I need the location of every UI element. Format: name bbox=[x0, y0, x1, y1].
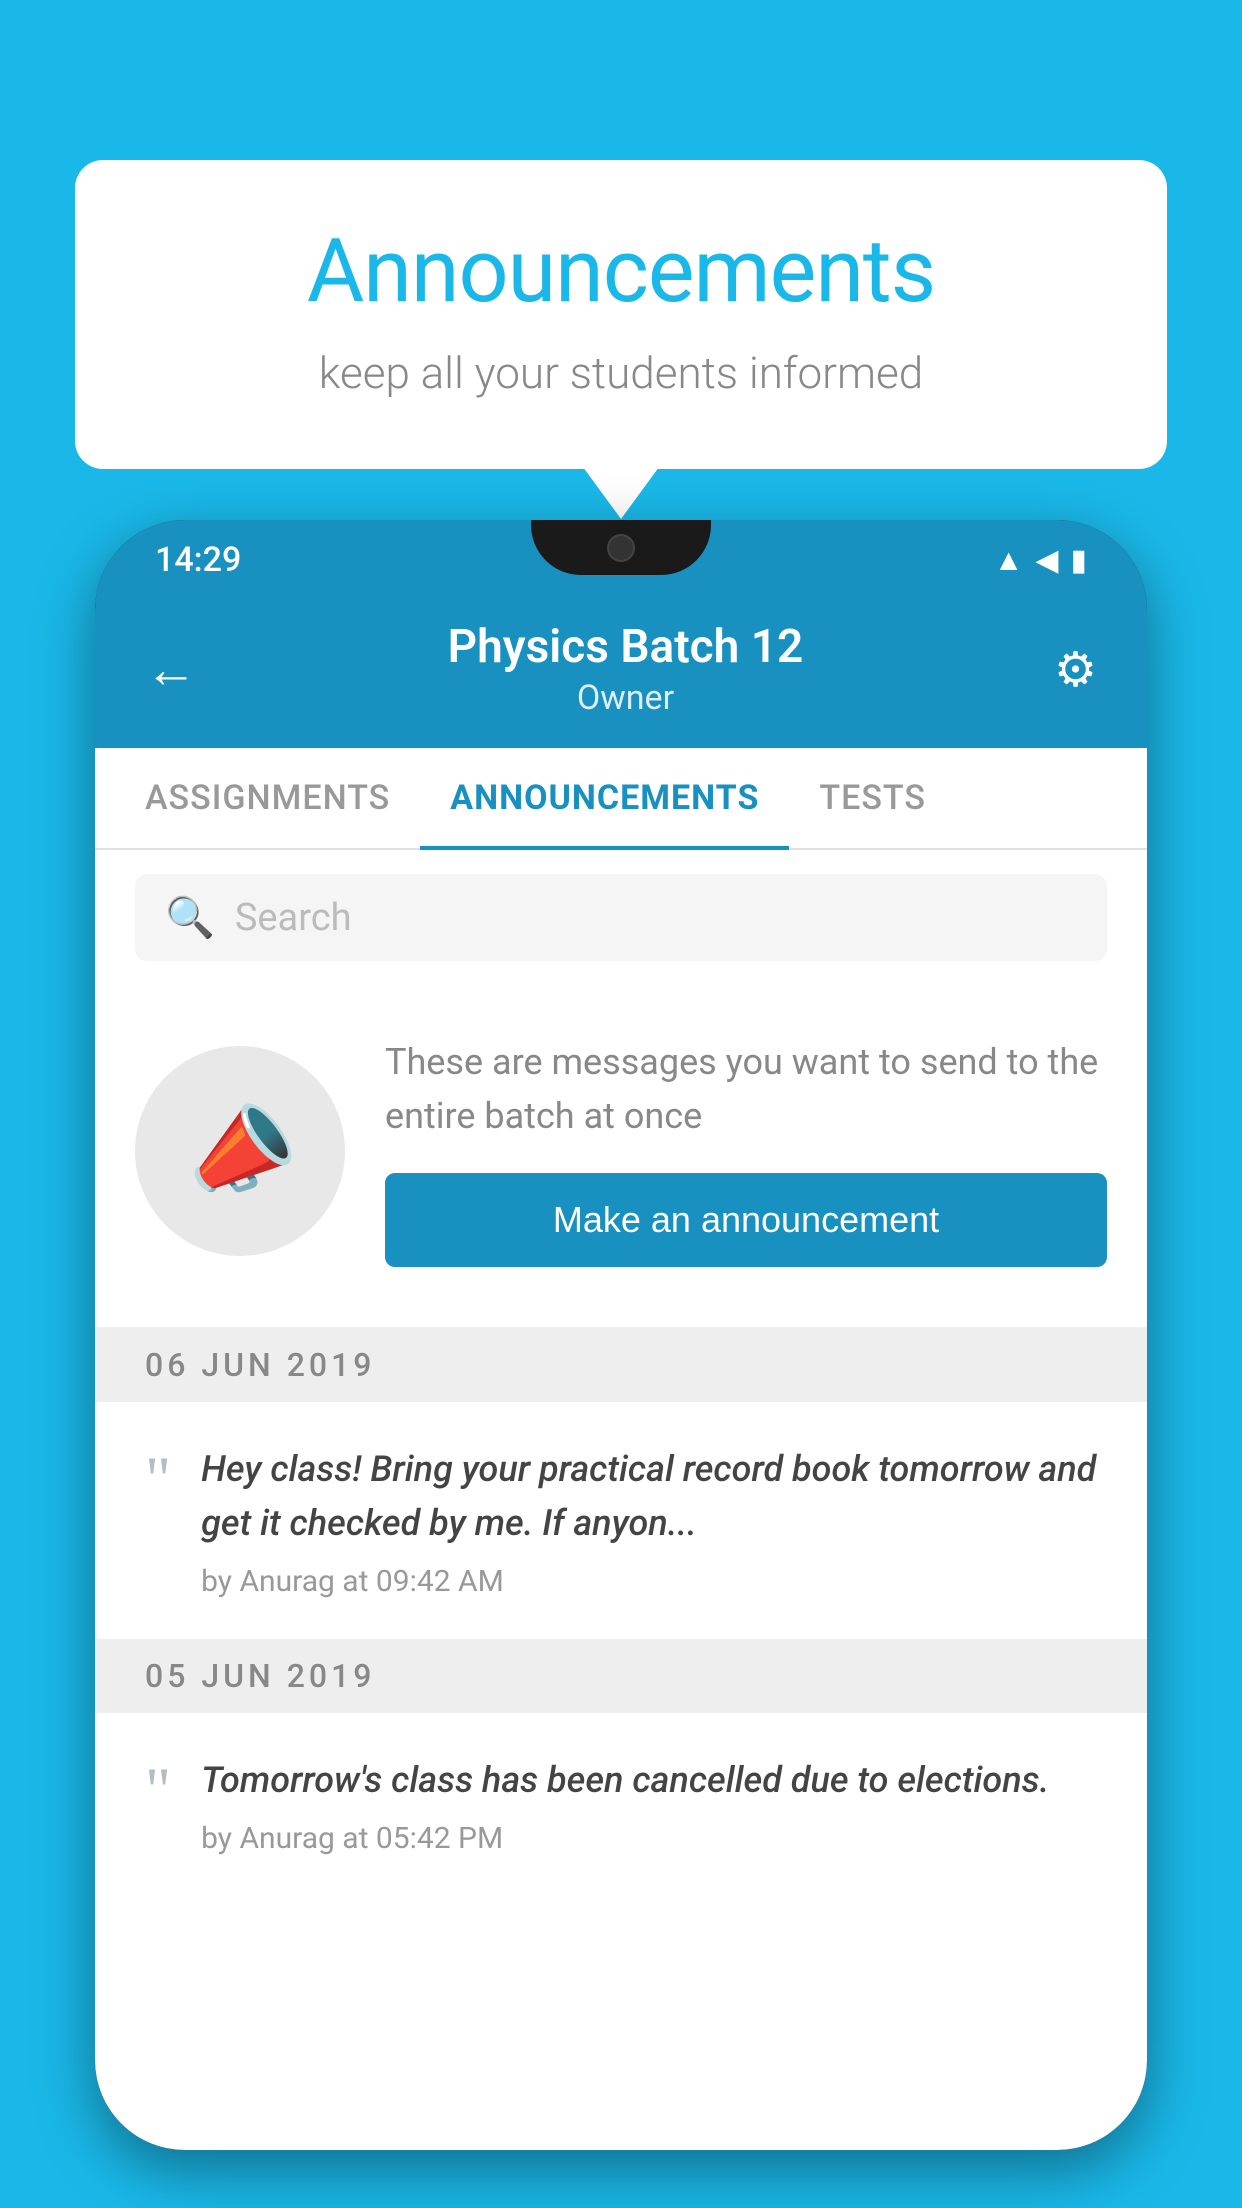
search-bar[interactable]: 🔍 Search bbox=[135, 874, 1107, 961]
speech-bubble-container: Announcements keep all your students inf… bbox=[75, 160, 1167, 469]
promo-description: These are messages you want to send to t… bbox=[385, 1035, 1107, 1143]
tab-announcements[interactable]: ANNOUNCEMENTS bbox=[420, 748, 789, 848]
bubble-subtitle: keep all your students informed bbox=[155, 347, 1087, 399]
phone-content: 🔍 Search 📣 These are messages you want t… bbox=[95, 850, 1147, 2150]
announcement-meta-2: by Anurag at 05:42 PM bbox=[201, 1821, 1097, 1856]
header-title: Physics Batch 12 bbox=[448, 620, 804, 674]
announcement-item-2[interactable]: " Tomorrow's class has been cancelled du… bbox=[95, 1713, 1147, 1896]
promo-right: These are messages you want to send to t… bbox=[385, 1035, 1107, 1267]
back-button[interactable]: ← bbox=[145, 639, 197, 700]
announcement-text-1: Hey class! Bring your practical record b… bbox=[201, 1442, 1097, 1550]
phone-frame: 14:29 ▲ ◀ ▮ ← Physics Batch 12 Owner ⚙ A… bbox=[95, 520, 1147, 2150]
camera-dot bbox=[607, 534, 635, 562]
tab-tests[interactable]: TESTS bbox=[789, 748, 956, 848]
announcement-meta-1: by Anurag at 09:42 AM bbox=[201, 1564, 1097, 1599]
bubble-title: Announcements bbox=[155, 220, 1087, 323]
status-icons: ▲ ◀ ▮ bbox=[994, 543, 1087, 578]
status-bar: 14:29 ▲ ◀ ▮ bbox=[95, 520, 1147, 600]
header-center: Physics Batch 12 Owner bbox=[448, 620, 804, 718]
search-icon: 🔍 bbox=[165, 894, 215, 941]
signal-icon: ◀ bbox=[1035, 543, 1058, 578]
promo-icon-circle: 📣 bbox=[135, 1046, 345, 1256]
announcement-item-1[interactable]: " Hey class! Bring your practical record… bbox=[95, 1402, 1147, 1639]
date-separator-1: 06 JUN 2019 bbox=[95, 1328, 1147, 1402]
status-time: 14:29 bbox=[155, 540, 241, 580]
speech-bubble: Announcements keep all your students inf… bbox=[75, 160, 1167, 469]
quote-icon-2: " bbox=[145, 1758, 171, 1822]
search-container: 🔍 Search bbox=[95, 850, 1147, 985]
app-header: ← Physics Batch 12 Owner ⚙ bbox=[95, 600, 1147, 748]
announcement-content-2: Tomorrow's class has been cancelled due … bbox=[201, 1753, 1097, 1856]
phone-inner: 14:29 ▲ ◀ ▮ ← Physics Batch 12 Owner ⚙ A… bbox=[95, 520, 1147, 2150]
wifi-icon: ▲ bbox=[994, 543, 1024, 578]
search-placeholder: Search bbox=[235, 896, 352, 940]
megaphone-icon: 📣 bbox=[172, 1086, 307, 1216]
announcement-text-2: Tomorrow's class has been cancelled due … bbox=[201, 1753, 1097, 1807]
tabs-container: ASSIGNMENTS ANNOUNCEMENTS TESTS bbox=[95, 748, 1147, 850]
date-separator-2: 05 JUN 2019 bbox=[95, 1639, 1147, 1713]
settings-button[interactable]: ⚙ bbox=[1054, 641, 1097, 698]
phone-wrapper: 14:29 ▲ ◀ ▮ ← Physics Batch 12 Owner ⚙ A… bbox=[95, 520, 1147, 2208]
announcement-content-1: Hey class! Bring your practical record b… bbox=[201, 1442, 1097, 1599]
announcement-promo: 📣 These are messages you want to send to… bbox=[95, 985, 1147, 1328]
header-subtitle: Owner bbox=[448, 678, 804, 718]
tab-assignments[interactable]: ASSIGNMENTS bbox=[115, 748, 420, 848]
battery-icon: ▮ bbox=[1070, 543, 1087, 578]
notch bbox=[531, 520, 711, 575]
make-announcement-button[interactable]: Make an announcement bbox=[385, 1173, 1107, 1267]
quote-icon-1: " bbox=[145, 1447, 171, 1511]
